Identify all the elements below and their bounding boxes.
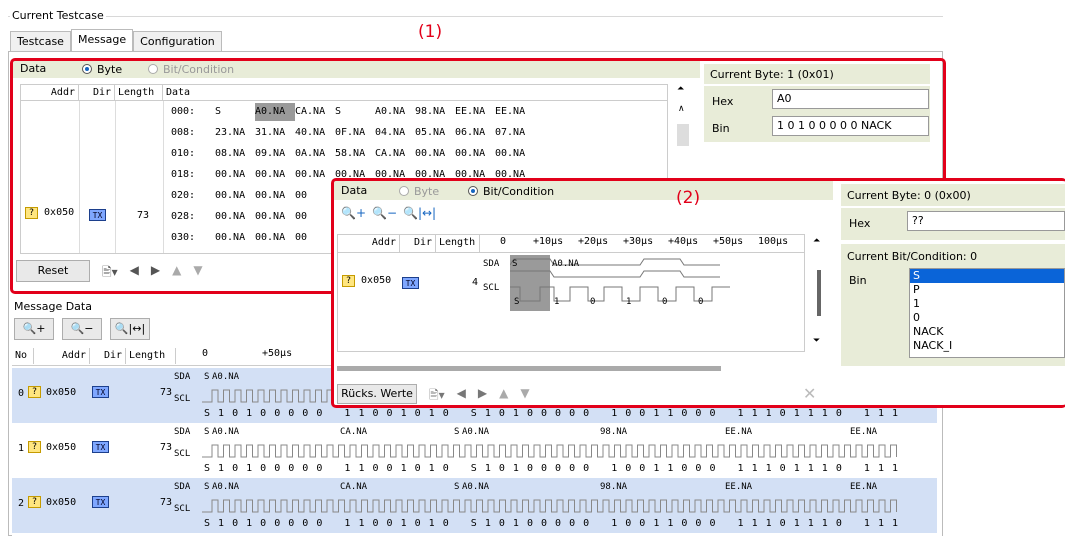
sda-byte-label: EE.NA	[850, 482, 878, 492]
row-addr: 0x050	[46, 442, 77, 453]
tab-strip: Testcase Message Configuration	[10, 29, 222, 51]
zoom-out-button[interactable]: 🔍−	[62, 318, 102, 340]
bit-values: S 1 0 1 0 0 0 0 0 1 1 0 0 1 0 1 0 S 1 0 …	[204, 463, 900, 474]
col-addr[interactable]: Addr	[34, 348, 90, 364]
message-row[interactable]: 1? 0x050 TX 73 SDA SCL S A0.NA CA.NA S A0.NA 98.NA E…	[12, 423, 937, 478]
sda-byte-label: EE.NA	[725, 482, 753, 492]
message-data-toolbar: 🔍+ 🔍− 🔍|↔|	[14, 318, 150, 340]
zoom-fit-icon: 🔍|↔|	[114, 322, 146, 335]
sda-byte-label: S	[204, 482, 210, 492]
bit-values: S 1 0 1 0 0 0 0 0 1 1 0 0 1 0 1 0 S 1 0 …	[204, 408, 900, 419]
unknown-icon: ?	[28, 496, 41, 508]
row-addr: 0x050	[46, 387, 77, 398]
tx-badge: TX	[92, 386, 109, 398]
row-addr: 0x050	[46, 497, 77, 508]
row-no: 1	[18, 443, 25, 454]
unknown-icon: ?	[28, 386, 41, 398]
col-dir[interactable]: Dir	[90, 348, 126, 364]
scl-waveform	[202, 444, 897, 458]
callout-1: (1)	[418, 22, 443, 42]
zoom-in-button[interactable]: 🔍+	[14, 318, 54, 340]
sda-label: SDA	[174, 372, 191, 382]
group-title: Current Testcase	[10, 9, 106, 22]
tab-testcase[interactable]: Testcase	[10, 31, 71, 51]
col-no[interactable]: No	[12, 348, 34, 364]
sda-byte-label: S	[204, 372, 210, 382]
bit-values: S 1 0 1 0 0 0 0 0 1 1 0 0 1 0 1 0 S 1 0 …	[204, 518, 900, 529]
sda-byte-label: EE.NA	[725, 427, 753, 437]
col-length[interactable]: Length	[126, 348, 176, 364]
sda-byte-label: A0.NA	[212, 427, 240, 437]
row-length: 73	[160, 442, 173, 453]
sda-byte-label: A0.NA	[212, 482, 240, 492]
group-divider	[8, 16, 943, 17]
sda-label: SDA	[174, 427, 191, 437]
zoom-in-icon: 🔍+	[22, 322, 46, 335]
sda-byte-label: S	[204, 427, 210, 437]
sda-byte-label: 98.NA	[600, 482, 628, 492]
row-no: 2	[18, 498, 25, 509]
sda-byte-label: 98.NA	[600, 427, 628, 437]
highlight-box-2	[331, 178, 1065, 408]
tick-0: 0	[202, 348, 209, 359]
sda-byte-label: S	[454, 427, 460, 437]
sda-byte-label: A0.NA	[462, 427, 490, 437]
zoom-out-icon: 🔍−	[70, 322, 94, 335]
row-no: 0	[18, 388, 25, 399]
tx-badge: TX	[92, 441, 109, 453]
scl-label: SCL	[174, 504, 191, 514]
callout-2: (2)	[676, 188, 701, 208]
message-row[interactable]: 2? 0x050 TX 73 SDA SCL S A0.NA CA.NA S A0.NA 98.NA E…	[12, 478, 937, 533]
zoom-fit-button[interactable]: 🔍|↔|	[110, 318, 150, 340]
scl-label: SCL	[174, 449, 191, 459]
sda-byte-label: S	[454, 482, 460, 492]
tab-configuration[interactable]: Configuration	[133, 31, 222, 51]
row-length: 73	[160, 387, 173, 398]
sda-byte-label: A0.NA	[462, 482, 490, 492]
sda-byte-label: EE.NA	[850, 427, 878, 437]
tick-50: +50µs	[262, 348, 293, 359]
tab-message[interactable]: Message	[70, 29, 134, 51]
scl-waveform	[202, 499, 897, 513]
sda-byte-label: A0.NA	[212, 372, 240, 382]
scl-label: SCL	[174, 394, 191, 404]
sda-label: SDA	[174, 482, 191, 492]
tx-badge: TX	[92, 496, 109, 508]
message-data-title: Message Data	[14, 300, 92, 313]
unknown-icon: ?	[28, 441, 41, 453]
sda-byte-label: CA.NA	[340, 482, 368, 492]
row-length: 73	[160, 497, 173, 508]
sda-byte-label: CA.NA	[340, 427, 368, 437]
